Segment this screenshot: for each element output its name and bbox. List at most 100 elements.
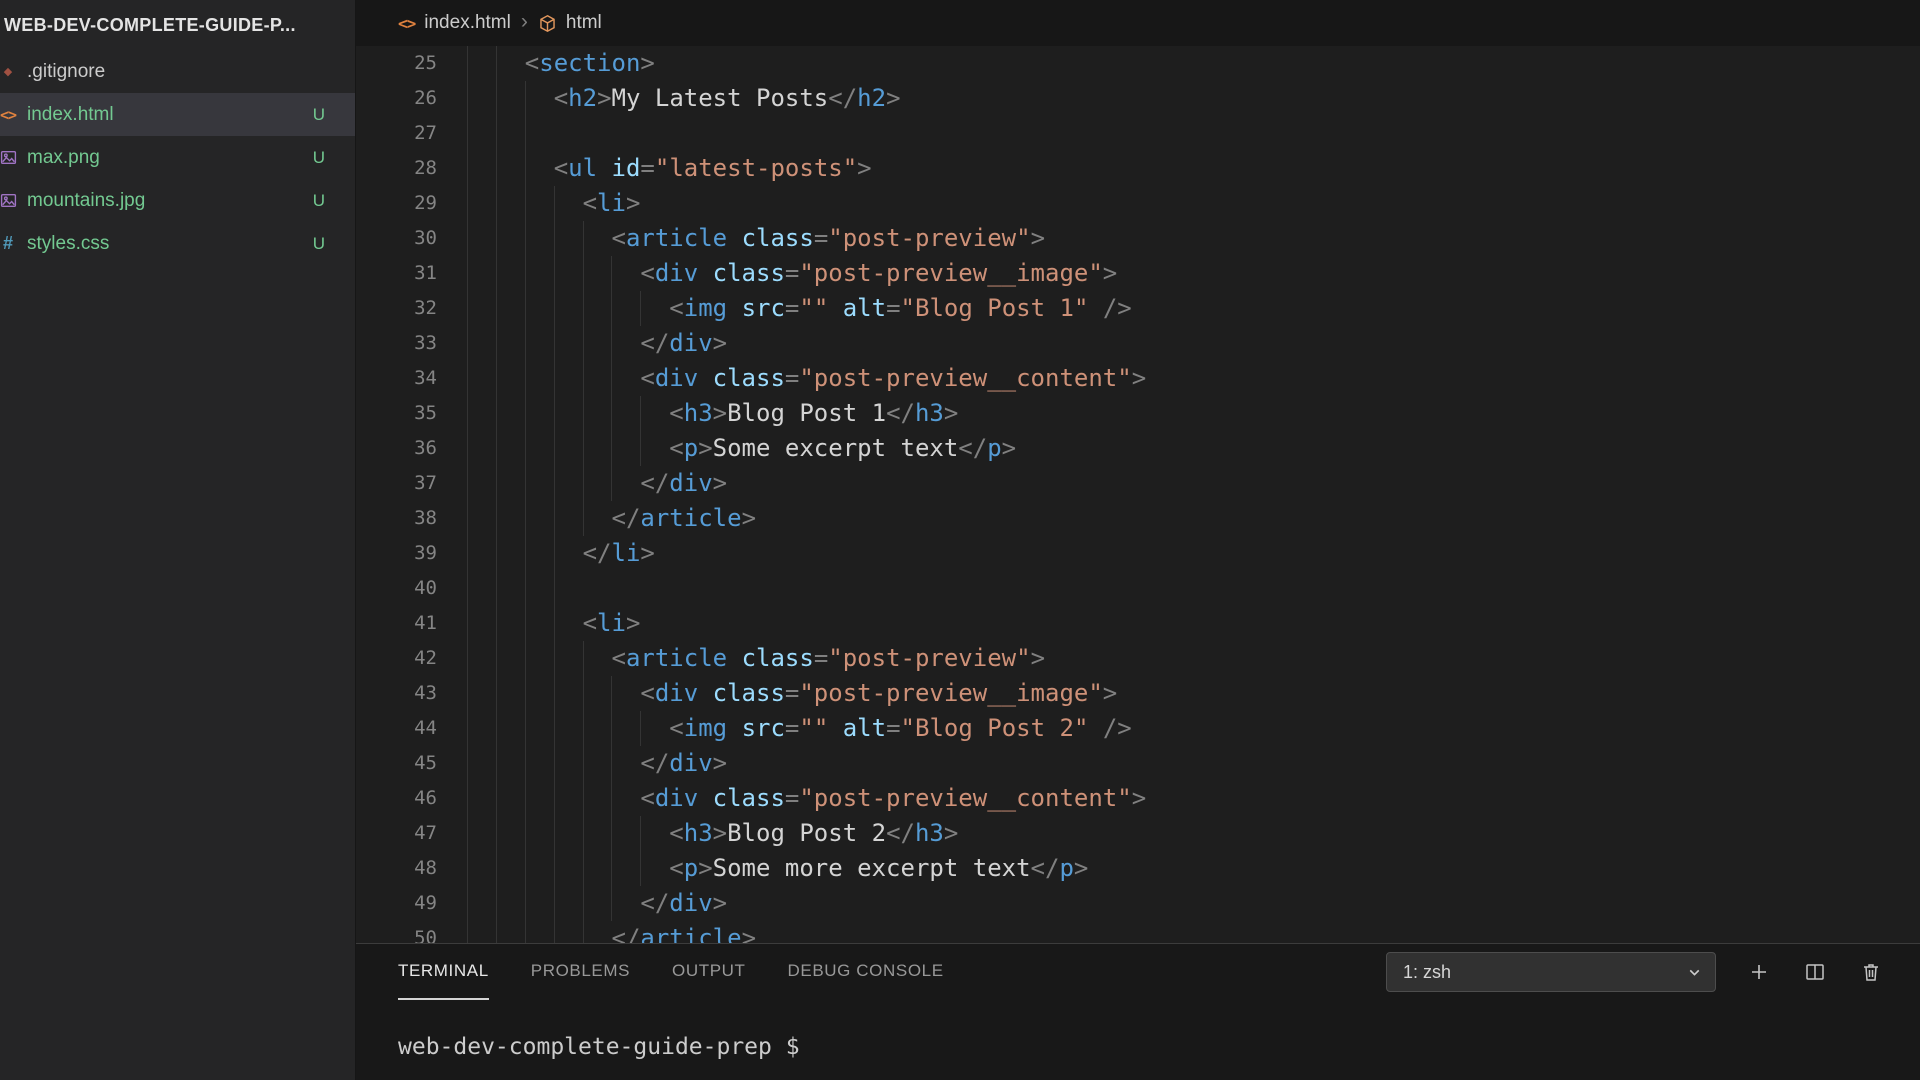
- indent-guide: [611, 361, 612, 396]
- tab-output[interactable]: OUTPUT: [672, 944, 745, 1000]
- image-file-icon: [0, 149, 21, 166]
- indent-guide: [467, 606, 468, 641]
- code-line-34[interactable]: 34 <div class="post-preview__content">: [356, 361, 1920, 396]
- code-line-25[interactable]: 25 <section>: [356, 46, 1920, 81]
- indent-guide: [525, 851, 526, 886]
- indent-guide: [525, 291, 526, 326]
- indent-guide: [525, 641, 526, 676]
- code-line-36[interactable]: 36 <p>Some excerpt text</p>: [356, 431, 1920, 466]
- indent-guide: [611, 781, 612, 816]
- tab-debug-console[interactable]: DEBUG CONSOLE: [788, 944, 944, 1000]
- file-item-index-html[interactable]: <> index.html U: [0, 93, 355, 136]
- line-number: 25: [356, 46, 437, 81]
- tab-problems[interactable]: PROBLEMS: [531, 944, 630, 1000]
- split-terminal-button[interactable]: [1802, 959, 1828, 985]
- tab-terminal[interactable]: TERMINAL: [398, 944, 489, 1000]
- indent-guide: [554, 676, 555, 711]
- line-number: 38: [356, 501, 437, 536]
- code-line-29[interactable]: 29 <li>: [356, 186, 1920, 221]
- code-line-28[interactable]: 28 <ul id="latest-posts">: [356, 151, 1920, 186]
- line-number: 37: [356, 466, 437, 501]
- code-line-45[interactable]: 45 </div>: [356, 746, 1920, 781]
- breadcrumb-file[interactable]: index.html: [424, 12, 511, 34]
- code-line-content: </article>: [467, 921, 756, 943]
- line-number: 46: [356, 781, 437, 816]
- code-line-46[interactable]: 46 <div class="post-preview__content">: [356, 781, 1920, 816]
- indent-guide: [467, 921, 468, 943]
- file-item-styles-css[interactable]: # styles.css U: [0, 222, 355, 265]
- code-line-content: <article class="post-preview">: [467, 641, 1045, 676]
- indent-guide: [525, 921, 526, 943]
- indent-guide: [611, 326, 612, 361]
- code-line-50[interactable]: 50 </article>: [356, 921, 1920, 943]
- git-status-badge: U: [313, 148, 325, 168]
- indent-guide: [525, 221, 526, 256]
- code-line-27[interactable]: 27: [356, 116, 1920, 151]
- html-file-icon: <>: [398, 14, 415, 33]
- html-file-icon: <>: [0, 106, 21, 124]
- indent-guide: [611, 851, 612, 886]
- file-name: styles.css: [27, 233, 109, 255]
- code-line-33[interactable]: 33 </div>: [356, 326, 1920, 361]
- kill-terminal-button[interactable]: [1858, 959, 1884, 985]
- indent-guide: [583, 711, 584, 746]
- indent-guide: [525, 186, 526, 221]
- indent-guide: [525, 711, 526, 746]
- code-line-44[interactable]: 44 <img src="" alt="Blog Post 2" />: [356, 711, 1920, 746]
- indent-guide: [583, 781, 584, 816]
- indent-guide: [467, 711, 468, 746]
- file-item-mountains-jpg[interactable]: mountains.jpg U: [0, 179, 355, 222]
- split-panel-icon: [1803, 960, 1827, 984]
- indent-guide: [611, 256, 612, 291]
- indent-guide: [496, 186, 497, 221]
- new-terminal-button[interactable]: [1746, 959, 1772, 985]
- code-line-content: <ul id="latest-posts">: [467, 151, 872, 186]
- indent-guide: [554, 501, 555, 536]
- indent-guide: [554, 641, 555, 676]
- indent-guide: [554, 746, 555, 781]
- code-line-26[interactable]: 26 <h2>My Latest Posts</h2>: [356, 81, 1920, 116]
- line-number: 44: [356, 711, 437, 746]
- indent-guide: [496, 711, 497, 746]
- code-line-37[interactable]: 37 </div>: [356, 466, 1920, 501]
- code-line-content: <article class="post-preview">: [467, 221, 1045, 256]
- file-item-max-png[interactable]: max.png U: [0, 136, 355, 179]
- code-line-49[interactable]: 49 </div>: [356, 886, 1920, 921]
- line-number: 47: [356, 816, 437, 851]
- indent-guide: [525, 571, 526, 606]
- code-line-39[interactable]: 39 </li>: [356, 536, 1920, 571]
- code-line-41[interactable]: 41 <li>: [356, 606, 1920, 641]
- code-line-47[interactable]: 47 <h3>Blog Post 2</h3>: [356, 816, 1920, 851]
- css-file-icon: #: [0, 233, 21, 254]
- indent-guide: [554, 571, 555, 606]
- indent-guide: [611, 711, 612, 746]
- line-number: 31: [356, 256, 437, 291]
- terminal-shell-dropdown[interactable]: 1: zsh: [1386, 952, 1716, 992]
- code-line-48[interactable]: 48 <p>Some more excerpt text</p>: [356, 851, 1920, 886]
- indent-guide: [496, 921, 497, 943]
- indent-guide: [467, 186, 468, 221]
- indent-guide: [525, 886, 526, 921]
- indent-guide: [525, 816, 526, 851]
- file-name: .gitignore: [27, 61, 105, 83]
- code-line-40[interactable]: 40: [356, 571, 1920, 606]
- file-item-gitignore[interactable]: ◆ .gitignore: [0, 50, 355, 93]
- terminal-content[interactable]: web-dev-complete-guide-prep $: [356, 1034, 1920, 1060]
- code-line-42[interactable]: 42 <article class="post-preview">: [356, 641, 1920, 676]
- line-number: 36: [356, 431, 437, 466]
- code-line-30[interactable]: 30 <article class="post-preview">: [356, 221, 1920, 256]
- indent-guide: [583, 851, 584, 886]
- indent-guide: [496, 641, 497, 676]
- breadcrumb-symbol[interactable]: html: [566, 12, 602, 34]
- code-editor[interactable]: 25 <section>26 <h2>My Latest Posts</h2>2…: [356, 46, 1920, 943]
- indent-guide: [467, 361, 468, 396]
- code-line-31[interactable]: 31 <div class="post-preview__image">: [356, 256, 1920, 291]
- code-line-32[interactable]: 32 <img src="" alt="Blog Post 1" />: [356, 291, 1920, 326]
- indent-guide: [583, 431, 584, 466]
- line-number: 43: [356, 676, 437, 711]
- project-folder-header[interactable]: WEB-DEV-COMPLETE-GUIDE-P...: [0, 0, 355, 50]
- indent-guide: [611, 886, 612, 921]
- code-line-43[interactable]: 43 <div class="post-preview__image">: [356, 676, 1920, 711]
- code-line-38[interactable]: 38 </article>: [356, 501, 1920, 536]
- code-line-35[interactable]: 35 <h3>Blog Post 1</h3>: [356, 396, 1920, 431]
